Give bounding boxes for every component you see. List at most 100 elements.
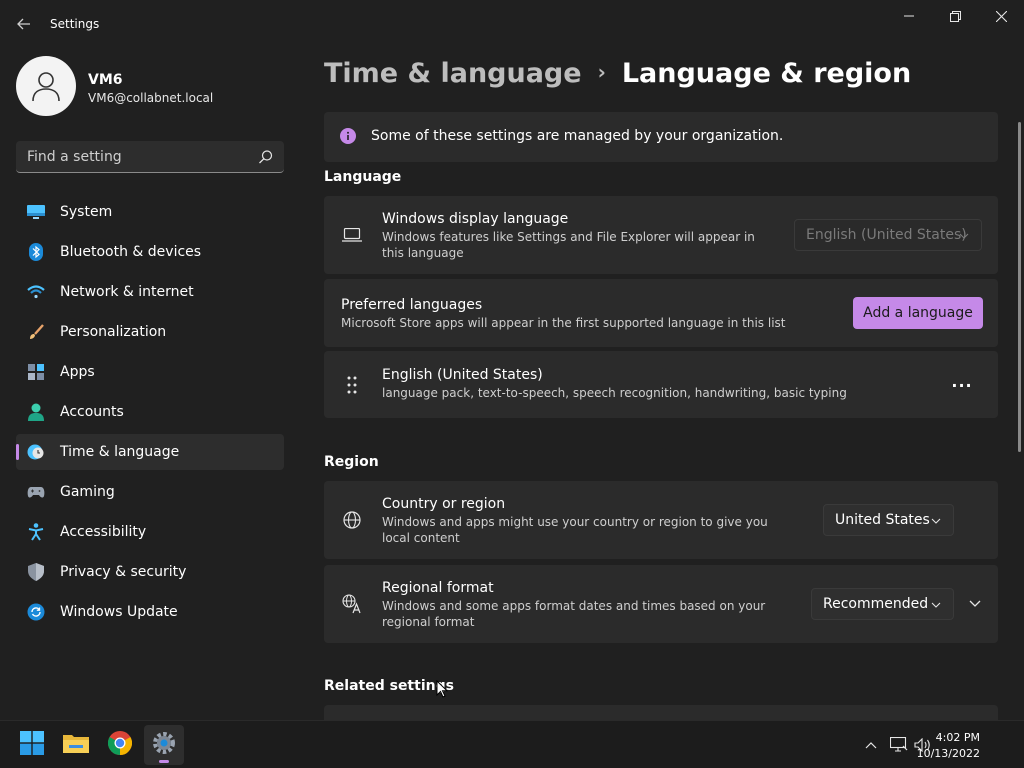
sidebar-item-label: Time & language bbox=[60, 444, 180, 460]
update-icon bbox=[26, 602, 46, 622]
sidebar-item-accessibility[interactable]: Accessibility bbox=[16, 514, 284, 550]
search-placeholder: Find a setting bbox=[27, 149, 122, 165]
sidebar-item-privacy[interactable]: Privacy & security bbox=[16, 554, 284, 590]
sidebar-item-label: System bbox=[60, 204, 113, 220]
country-dropdown[interactable]: United States bbox=[823, 504, 954, 536]
restore-button[interactable] bbox=[932, 0, 978, 32]
dropdown-value: English (United States) bbox=[806, 227, 967, 243]
sidebar-item-label: Apps bbox=[60, 364, 95, 380]
sidebar-item-windows-update[interactable]: Windows Update bbox=[16, 594, 284, 630]
search-input[interactable]: Find a setting bbox=[16, 141, 284, 173]
more-options-icon[interactable]: ··· bbox=[946, 373, 978, 397]
sidebar-nav: System Bluetooth & devices Network & int… bbox=[16, 194, 284, 634]
scrollbar[interactable] bbox=[1018, 122, 1021, 452]
expand-chevron-icon[interactable] bbox=[962, 594, 988, 614]
sidebar-item-label: Windows Update bbox=[60, 604, 178, 620]
person-icon bbox=[26, 402, 46, 422]
search-icon[interactable] bbox=[258, 149, 274, 165]
row-description: language pack, text-to-speech, speech re… bbox=[382, 386, 847, 400]
sidebar-item-label: Gaming bbox=[60, 484, 115, 500]
active-indicator bbox=[159, 760, 169, 763]
row-title: Windows display language bbox=[382, 211, 569, 227]
sidebar-item-bluetooth[interactable]: Bluetooth & devices bbox=[16, 234, 284, 270]
sidebar-item-personalization[interactable]: Personalization bbox=[16, 314, 284, 350]
regional-format-dropdown[interactable]: Recommended bbox=[811, 588, 954, 620]
country-region-row: Country or region Windows and apps might… bbox=[324, 481, 998, 559]
display-language-row: Windows display language Windows feature… bbox=[324, 196, 998, 274]
sidebar-item-accounts[interactable]: Accounts bbox=[16, 394, 284, 430]
add-language-button[interactable]: Add a language bbox=[853, 297, 983, 329]
chevron-down-icon bbox=[931, 598, 941, 614]
region-section-title: Region bbox=[324, 454, 379, 470]
windows-logo-icon bbox=[20, 731, 44, 759]
chrome-icon bbox=[107, 731, 133, 759]
globe-icon bbox=[340, 508, 364, 532]
sidebar-item-time-language[interactable]: Time & language bbox=[16, 434, 284, 470]
monitor-icon bbox=[26, 202, 46, 222]
network-icon[interactable] bbox=[889, 735, 909, 755]
laptop-icon bbox=[340, 223, 364, 247]
breadcrumb-parent[interactable]: Time & language bbox=[324, 58, 582, 89]
regional-format-row[interactable]: Regional format Windows and some apps fo… bbox=[324, 565, 998, 643]
title-bar: Settings bbox=[0, 0, 1024, 48]
user-email: VM6@collabnet.local bbox=[88, 91, 214, 105]
dropdown-value: United States bbox=[835, 512, 930, 528]
start-button[interactable] bbox=[12, 725, 52, 765]
sidebar-item-network[interactable]: Network & internet bbox=[16, 274, 284, 310]
chevron-up-icon[interactable] bbox=[861, 735, 881, 755]
dropdown-value: Recommended bbox=[823, 596, 929, 612]
related-settings-title: Related settings bbox=[324, 678, 454, 694]
language-format-icon bbox=[340, 592, 364, 616]
sidebar-item-label: Personalization bbox=[60, 324, 167, 340]
page-title: Language & region bbox=[621, 58, 912, 89]
folder-icon bbox=[63, 732, 89, 758]
chevron-down-icon bbox=[931, 514, 941, 530]
row-description: Windows and apps might use your country … bbox=[382, 515, 768, 545]
chevron-down-icon bbox=[959, 229, 969, 245]
breadcrumb: Time & language › Language & region bbox=[324, 58, 911, 89]
app-title: Settings bbox=[50, 17, 100, 31]
sidebar-item-gaming[interactable]: Gaming bbox=[16, 474, 284, 510]
taskbar-clock[interactable]: 4:02 PM 10/13/2022 bbox=[917, 730, 980, 762]
language-section-title: Language bbox=[324, 169, 402, 185]
back-arrow-icon[interactable] bbox=[12, 12, 36, 36]
row-description: Windows and some apps format dates and t… bbox=[382, 599, 766, 629]
language-list-item: English (United States) language pack, t… bbox=[324, 351, 998, 418]
apps-icon bbox=[26, 362, 46, 382]
clock-date: 10/13/2022 bbox=[916, 747, 980, 760]
sidebar-item-apps[interactable]: Apps bbox=[16, 354, 284, 390]
sidebar-item-system[interactable]: System bbox=[16, 194, 284, 230]
minimize-button[interactable] bbox=[886, 0, 932, 32]
related-settings-card bbox=[324, 705, 998, 720]
drag-handle-icon[interactable] bbox=[340, 373, 364, 397]
gamepad-icon bbox=[26, 482, 46, 502]
gear-icon bbox=[152, 731, 176, 759]
notice-text: Some of these settings are managed by yo… bbox=[371, 128, 784, 144]
info-icon bbox=[340, 128, 356, 148]
row-description: Windows features like Settings and File … bbox=[382, 230, 755, 260]
sidebar-item-label: Privacy & security bbox=[60, 564, 187, 580]
sidebar-item-label: Network & internet bbox=[60, 284, 194, 300]
sidebar-item-label: Accessibility bbox=[60, 524, 147, 540]
row-title: English (United States) bbox=[382, 367, 543, 383]
display-language-dropdown[interactable]: English (United States) bbox=[794, 219, 982, 251]
sidebar-item-label: Accounts bbox=[60, 404, 124, 420]
bluetooth-icon bbox=[26, 242, 46, 262]
mouse-cursor-icon bbox=[436, 679, 449, 702]
file-explorer-button[interactable] bbox=[56, 725, 96, 765]
user-profile[interactable]: VM6 VM6@collabnet.local bbox=[16, 56, 286, 118]
taskbar: 4:02 PM 10/13/2022 bbox=[0, 720, 1024, 768]
org-managed-notice: Some of these settings are managed by yo… bbox=[324, 112, 998, 162]
chrome-button[interactable] bbox=[100, 725, 140, 765]
close-button[interactable] bbox=[978, 0, 1024, 32]
chevron-right-icon: › bbox=[597, 60, 606, 84]
shield-icon bbox=[26, 562, 46, 582]
settings-taskbar-button[interactable] bbox=[144, 725, 184, 765]
clock-globe-icon bbox=[26, 442, 46, 462]
wifi-icon bbox=[26, 282, 46, 302]
row-description: Microsoft Store apps will appear in the … bbox=[341, 316, 786, 330]
sidebar-item-label: Bluetooth & devices bbox=[60, 244, 202, 260]
accessibility-icon bbox=[26, 522, 46, 542]
avatar bbox=[16, 56, 76, 116]
user-name: VM6 bbox=[88, 72, 123, 88]
